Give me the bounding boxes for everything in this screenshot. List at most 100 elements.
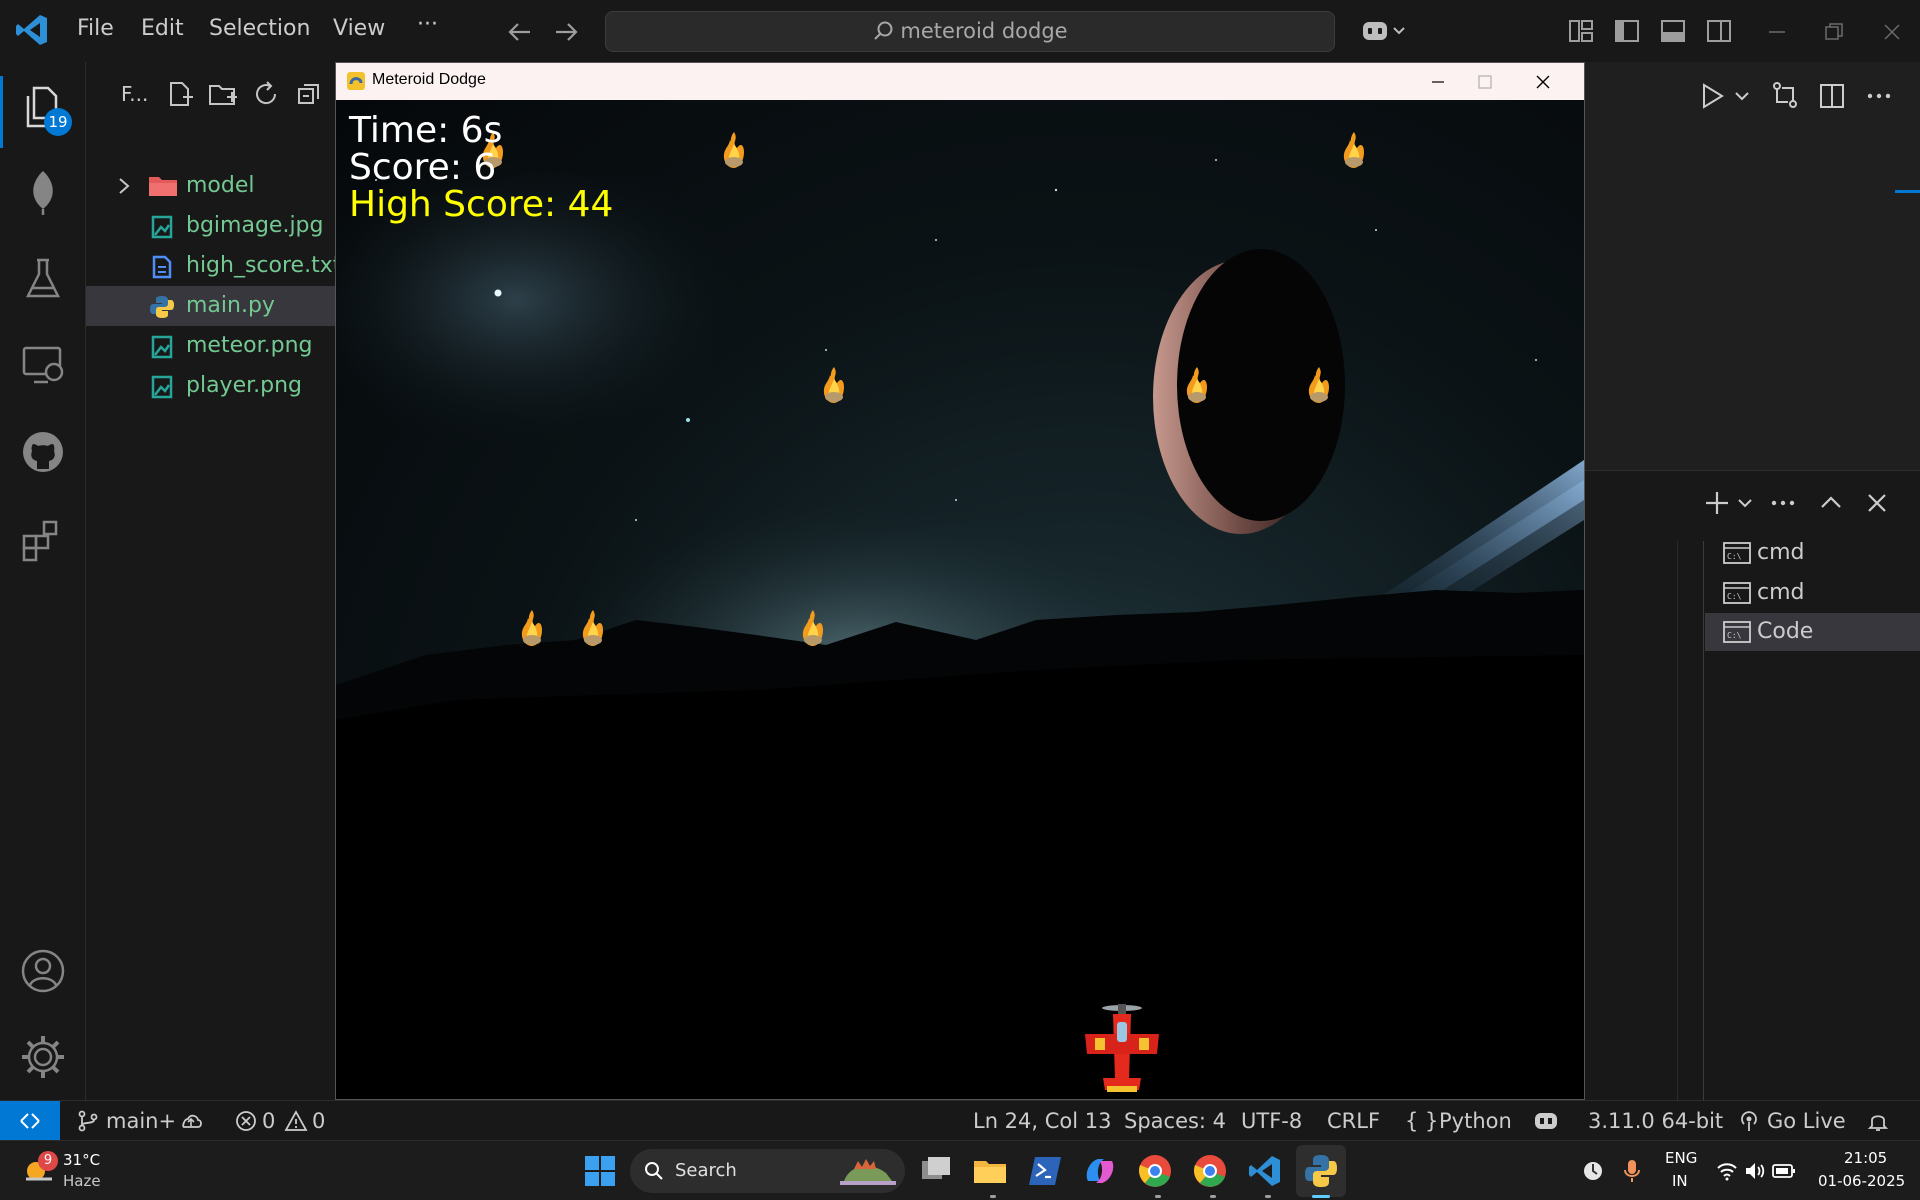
- sync-cloud-icon[interactable]: [178, 1109, 204, 1133]
- game-minimize-icon[interactable]: [1429, 73, 1447, 91]
- minimize-icon[interactable]: [1765, 20, 1789, 44]
- tree-item-file[interactable]: high_score.txt: [86, 246, 341, 286]
- task-view-icon[interactable]: [918, 1153, 954, 1189]
- windows-start-icon[interactable]: [582, 1153, 618, 1189]
- game-close-icon[interactable]: [1534, 73, 1552, 91]
- encoding[interactable]: UTF-8: [1241, 1109, 1302, 1133]
- back-arrow-icon[interactable]: [506, 18, 534, 46]
- account-icon[interactable]: [18, 946, 68, 996]
- menu-edit[interactable]: Edit: [141, 16, 184, 41]
- tree-item-file[interactable]: bgimage.jpg: [86, 206, 336, 246]
- python-taskbar-icon[interactable]: [1303, 1153, 1339, 1189]
- close-panel-icon[interactable]: [1863, 489, 1891, 517]
- copilot-app-icon[interactable]: [1082, 1153, 1118, 1189]
- error-count[interactable]: 0: [262, 1109, 275, 1133]
- command-center-search[interactable]: meteroid dodge: [605, 11, 1335, 52]
- chrome-profile-icon[interactable]: [1192, 1153, 1228, 1189]
- active-indicator: [0, 76, 3, 148]
- remote-indicator-button[interactable]: [0, 1101, 60, 1141]
- compare-changes-icon[interactable]: [1770, 80, 1800, 110]
- terminal-tab[interactable]: C:\ cmd: [1705, 534, 1920, 572]
- volume-icon[interactable]: [1744, 1160, 1766, 1182]
- language-code[interactable]: ENG: [1665, 1149, 1697, 1167]
- title-bar: File Edit Selection View ··· meteroid do…: [0, 0, 1920, 62]
- error-icon[interactable]: [234, 1109, 258, 1133]
- indentation[interactable]: Spaces: 4: [1124, 1109, 1226, 1133]
- meteor-sprite: [582, 610, 603, 646]
- cursor-position[interactable]: Ln 24, Col 13: [973, 1109, 1112, 1133]
- copilot-icon[interactable]: [1360, 16, 1410, 46]
- meteor-sprite: [1186, 367, 1207, 403]
- notifications-bell-icon[interactable]: [1866, 1109, 1890, 1133]
- toggle-primary-sidebar-icon[interactable]: [1614, 18, 1640, 44]
- clock-time[interactable]: 21:05: [1844, 1149, 1887, 1167]
- line-ending[interactable]: CRLF: [1327, 1109, 1380, 1133]
- wifi-icon[interactable]: [1716, 1160, 1738, 1182]
- maximize-panel-icon[interactable]: [1817, 489, 1845, 517]
- menu-more[interactable]: ···: [417, 12, 438, 37]
- testing-flask-icon[interactable]: [18, 254, 68, 304]
- menu-view[interactable]: View: [333, 16, 385, 41]
- menu-file[interactable]: File: [77, 16, 114, 41]
- go-live-button[interactable]: Go Live: [1767, 1109, 1846, 1133]
- language-mode[interactable]: Python: [1439, 1109, 1512, 1133]
- forward-arrow-icon[interactable]: [552, 18, 580, 46]
- game-maximize-icon[interactable]: [1476, 73, 1494, 91]
- warning-count[interactable]: 0: [312, 1109, 325, 1133]
- taskbar-search[interactable]: Search: [630, 1149, 905, 1193]
- new-folder-icon[interactable]: [208, 80, 238, 108]
- terminal-tab[interactable]: C:\ cmd: [1705, 574, 1920, 612]
- svg-text:C:\: C:\: [1727, 631, 1742, 640]
- extensions-icon[interactable]: [18, 514, 68, 564]
- vscode-taskbar-icon[interactable]: [1247, 1153, 1283, 1189]
- image-file-icon: [151, 215, 173, 239]
- powershell-icon[interactable]: [1027, 1153, 1063, 1189]
- customize-layout-icon[interactable]: [1568, 18, 1594, 44]
- activity-bar: 19: [0, 62, 86, 1100]
- more-actions-icon[interactable]: [1865, 82, 1893, 110]
- toggle-panel-icon[interactable]: [1660, 18, 1686, 44]
- microphone-icon[interactable]: [1622, 1158, 1642, 1184]
- clock-date[interactable]: 01-06-2025: [1818, 1172, 1905, 1190]
- remote-explorer-icon[interactable]: [18, 340, 68, 390]
- warning-icon[interactable]: [284, 1109, 308, 1133]
- collapse-all-icon[interactable]: [296, 80, 324, 108]
- python-interpreter[interactable]: 3.11.0 64-bit: [1588, 1109, 1723, 1133]
- terminal-tab-selected[interactable]: C:\ Code: [1705, 613, 1920, 651]
- git-branch[interactable]: main+: [106, 1109, 176, 1133]
- chevron-down-icon[interactable]: [1737, 495, 1753, 511]
- search-text: meteroid dodge: [900, 19, 1068, 43]
- tree-item-folder[interactable]: model: [86, 166, 336, 206]
- game-title-bar: Meteroid Dodge: [336, 63, 1584, 100]
- battery-icon[interactable]: [1772, 1162, 1796, 1180]
- settings-gear-icon[interactable]: [18, 1032, 68, 1082]
- broadcast-icon[interactable]: [1737, 1109, 1761, 1133]
- file-explorer-icon[interactable]: [972, 1153, 1008, 1189]
- chrome-icon[interactable]: [1137, 1153, 1173, 1189]
- github-icon[interactable]: [18, 427, 68, 477]
- restore-icon[interactable]: [1822, 20, 1846, 44]
- language-region[interactable]: IN: [1672, 1172, 1688, 1190]
- tray-app-icon[interactable]: [1582, 1160, 1604, 1182]
- explorer-badge: 19: [44, 108, 72, 136]
- more-actions-icon[interactable]: [1769, 489, 1797, 517]
- chevron-down-icon[interactable]: [1734, 88, 1750, 104]
- copilot-status-icon[interactable]: [1533, 1109, 1559, 1133]
- new-terminal-icon[interactable]: [1703, 489, 1731, 517]
- image-file-icon: [151, 335, 173, 359]
- close-icon[interactable]: [1880, 20, 1904, 44]
- menu-selection[interactable]: Selection: [209, 16, 310, 41]
- game-canvas[interactable]: Time: 6s Score: 6 High Score: 44: [336, 100, 1584, 1099]
- split-editor-icon[interactable]: [1818, 82, 1846, 110]
- meteor-sprite: [723, 132, 744, 168]
- toggle-secondary-sidebar-icon[interactable]: [1706, 18, 1732, 44]
- image-file-icon: [151, 375, 173, 399]
- tree-item-file-selected[interactable]: main.py: [86, 286, 336, 326]
- search-icon: [645, 1162, 663, 1180]
- new-file-icon[interactable]: [166, 80, 194, 108]
- tree-item-file[interactable]: player.png: [86, 366, 336, 406]
- run-icon[interactable]: [1698, 82, 1726, 110]
- refresh-icon[interactable]: [252, 80, 280, 108]
- tree-item-file[interactable]: meteor.png: [86, 326, 336, 366]
- leaf-extension-icon[interactable]: [18, 167, 68, 217]
